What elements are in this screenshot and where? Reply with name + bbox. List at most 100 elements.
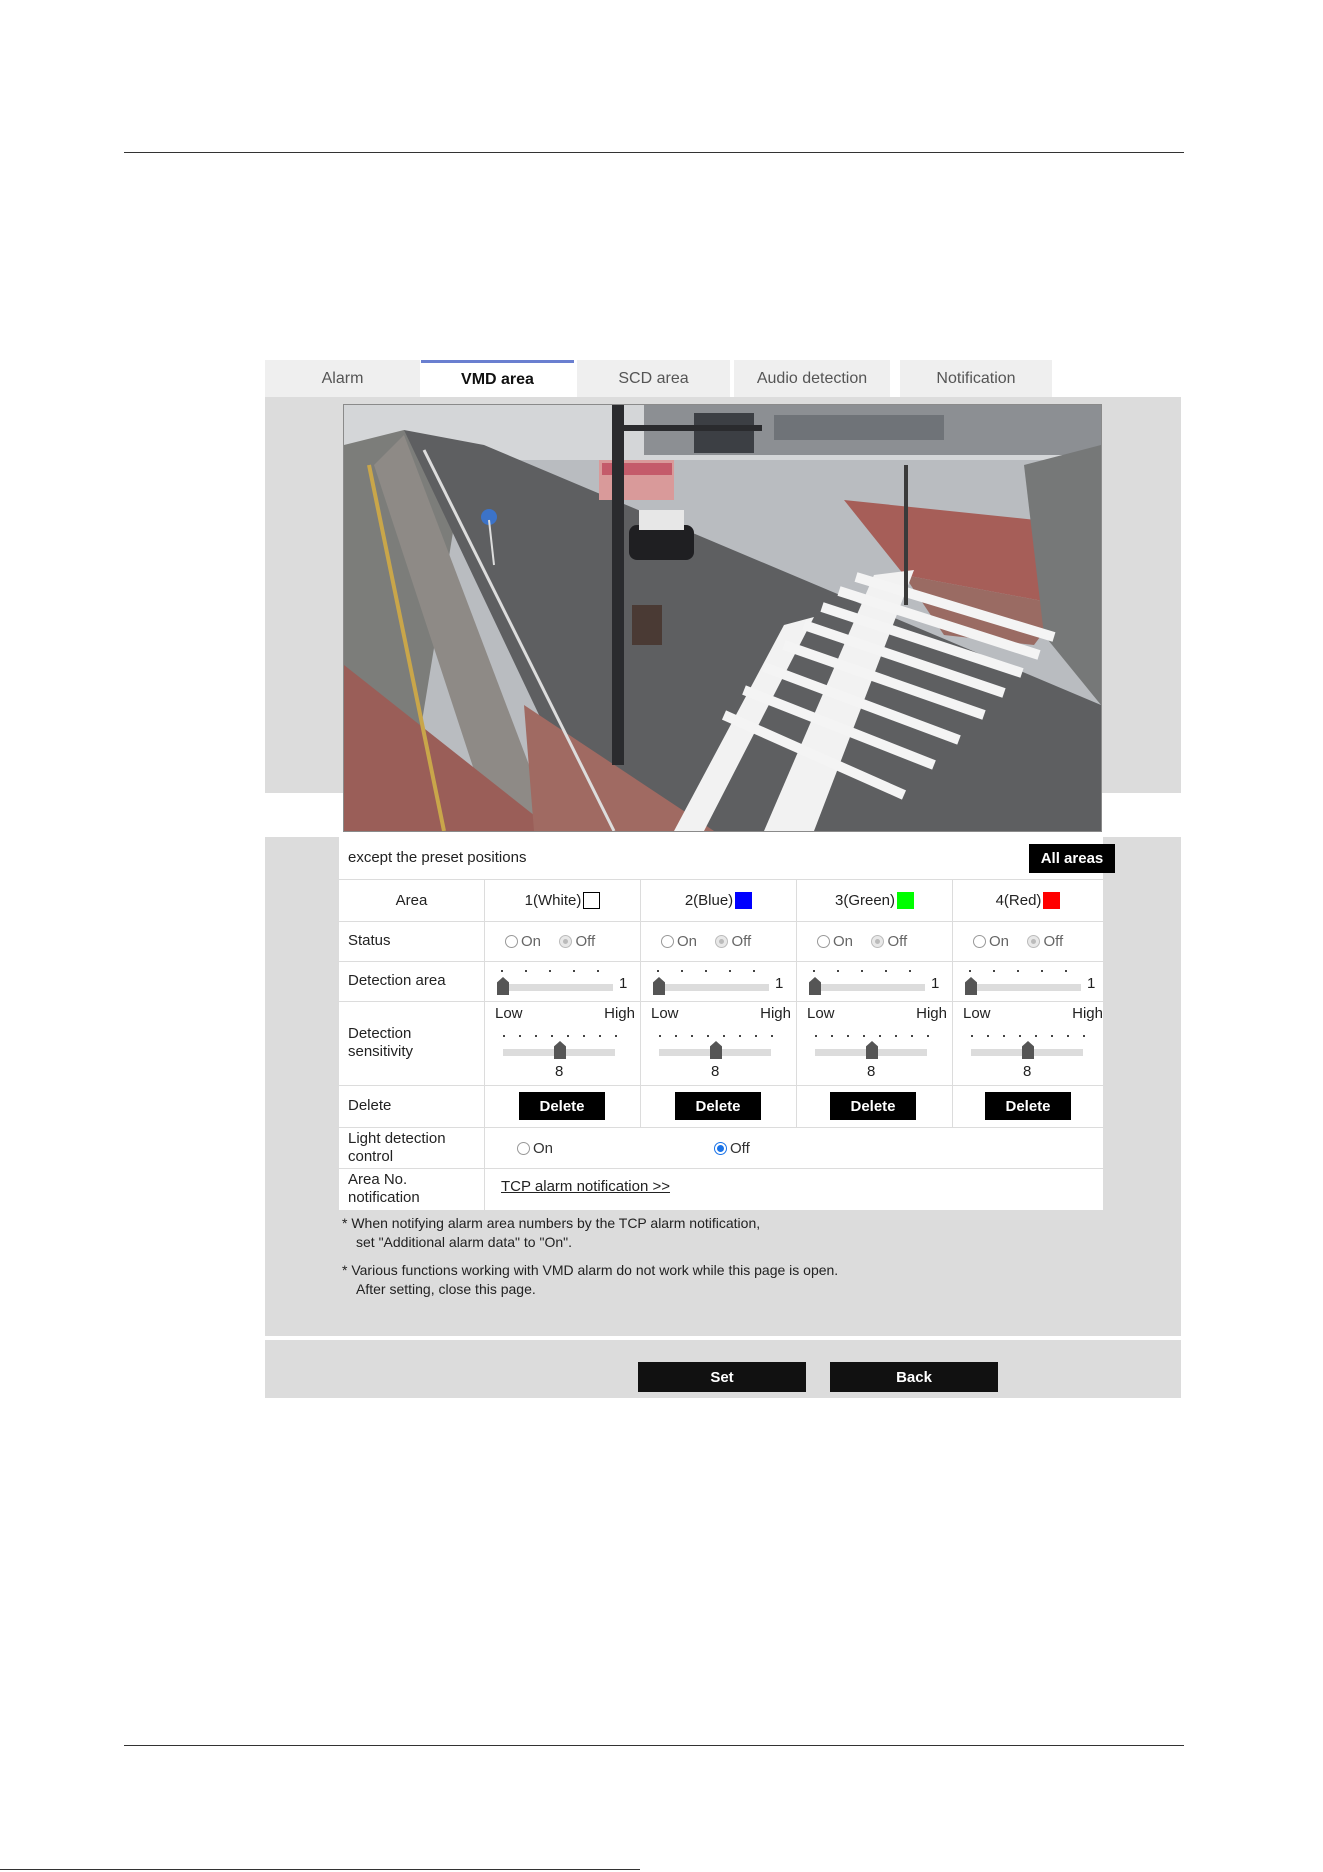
area-4-status-on-radio[interactable] xyxy=(973,935,986,949)
area-4-sensitivity-thumb[interactable] xyxy=(1022,1041,1034,1059)
note-2: * Various functions working with VMD ala… xyxy=(342,1261,838,1299)
area-3-color-swatch xyxy=(897,891,915,909)
area-1-delete-button[interactable]: Delete xyxy=(519,1092,605,1120)
area-3-sensitivity-value: 8 xyxy=(867,1063,876,1080)
area-3-status-on-radio[interactable] xyxy=(817,935,830,949)
section-separator xyxy=(265,832,1181,836)
footer-rule xyxy=(124,1745,1184,1746)
area-1-high-label: High xyxy=(604,1005,635,1022)
area-1-detection-area-slider[interactable]: 1 xyxy=(497,967,627,997)
area-3-label: 3(Green) xyxy=(834,891,896,909)
status-row: Status On Off On Off On Off On Off xyxy=(339,921,1103,962)
note-1-line-2: set "Additional alarm data" to "On". xyxy=(356,1234,572,1250)
area-4-header: 4(Red) xyxy=(953,879,1103,921)
area-no-notification-label: Area No. notification xyxy=(348,1171,420,1206)
area-2-status-off-radio[interactable] xyxy=(715,935,729,949)
area-2-low-label: Low xyxy=(651,1005,679,1022)
tab-vmd-area[interactable]: VMD area xyxy=(421,360,574,397)
footer-button-bar: Set Back xyxy=(265,1340,1181,1398)
col-sep-1 xyxy=(484,879,485,1127)
area-4-detection-area-slider[interactable]: 1 xyxy=(965,967,1095,997)
back-button[interactable]: Back xyxy=(830,1362,998,1392)
area-3-high-label: High xyxy=(916,1005,947,1022)
tab-notification[interactable]: Notification xyxy=(900,360,1052,397)
area-3-sensitivity-slider[interactable]: Low High 8 xyxy=(805,1005,953,1083)
area-3-sensitivity-thumb[interactable] xyxy=(866,1041,878,1059)
note-2-line-2: After setting, close this page. xyxy=(356,1281,536,1297)
area-4-detection-area-value: 1 xyxy=(1087,975,1096,992)
vmd-settings-panel: Alarm VMD area SCD area Audio detection … xyxy=(265,360,1181,1398)
tab-bar: Alarm VMD area SCD area Audio detection … xyxy=(265,360,1181,397)
area-1-detection-area-value: 1 xyxy=(619,975,628,992)
area-2-high-label: High xyxy=(760,1005,791,1022)
area-4-color-swatch xyxy=(1043,891,1061,909)
tab-audio-detection[interactable]: Audio detection xyxy=(734,360,890,397)
area-3-header: 3(Green) xyxy=(797,879,952,921)
area-2-detection-area-thumb[interactable] xyxy=(653,977,665,995)
col-sep-lower xyxy=(484,1127,485,1210)
header-rule xyxy=(124,152,1184,153)
tab-alarm[interactable]: Alarm xyxy=(265,360,420,397)
area-3-status: On Off xyxy=(817,933,921,951)
area-3-delete-button[interactable]: Delete xyxy=(830,1092,916,1120)
area-2-sensitivity-value: 8 xyxy=(711,1063,720,1080)
note-1: * When notifying alarm area numbers by t… xyxy=(342,1214,760,1252)
area-1-header: 1(White) xyxy=(485,879,640,921)
area-4-low-label: Low xyxy=(963,1005,991,1022)
col-sep-4 xyxy=(952,879,953,1127)
area-2-color-swatch xyxy=(735,891,753,909)
area-2-delete-button[interactable]: Delete xyxy=(675,1092,761,1120)
area-2-sensitivity-thumb[interactable] xyxy=(710,1041,722,1059)
detection-area-label: Detection area xyxy=(348,972,446,989)
area-2-label: 2(Blue) xyxy=(684,891,734,909)
light-off-option: Off xyxy=(714,1140,764,1158)
light-off-radio[interactable] xyxy=(714,1142,727,1156)
delete-row: Delete Delete Delete Delete Delete xyxy=(339,1085,1103,1128)
area-3-detection-area-thumb[interactable] xyxy=(809,977,821,995)
vmd-area-table: except the preset positions All areas Ar… xyxy=(339,837,1115,1210)
status-label: Status xyxy=(348,932,391,949)
area-4-status: On Off xyxy=(973,933,1077,951)
preset-text: except the preset positions xyxy=(348,849,527,866)
area-1-detection-area-thumb[interactable] xyxy=(497,977,509,995)
area-4-label: 4(Red) xyxy=(995,891,1042,909)
area-1-sensitivity-slider[interactable]: Low High 8 xyxy=(493,1005,641,1083)
light-detection-label: Light detection control xyxy=(348,1129,446,1165)
delete-label: Delete xyxy=(348,1097,392,1114)
area-4-high-label: High xyxy=(1072,1005,1103,1022)
area-3-detection-area-value: 1 xyxy=(931,975,940,992)
area-1-status-off-radio[interactable] xyxy=(559,935,573,949)
area-2-header: 2(Blue) xyxy=(641,879,796,921)
tab-scd-area[interactable]: SCD area xyxy=(577,360,730,397)
footnote-rule xyxy=(0,1869,640,1870)
area-2-sensitivity-slider[interactable]: Low High 8 xyxy=(649,1005,797,1083)
detection-area-row: Detection area 1 1 1 1 xyxy=(339,961,1103,1002)
camera-image[interactable] xyxy=(343,404,1102,832)
all-areas-button[interactable]: All areas xyxy=(1029,844,1115,873)
area-label: Area xyxy=(395,891,428,909)
area-no-notification-row: Area No. notification TCP alarm notifica… xyxy=(339,1168,1103,1210)
light-detection-row: Light detection control On Off xyxy=(339,1127,1103,1169)
light-on-option: On xyxy=(517,1140,567,1158)
area-1-status: On Off xyxy=(505,933,609,951)
col-sep-2 xyxy=(640,879,641,1127)
area-2-status: On Off xyxy=(661,933,765,951)
area-4-delete-button[interactable]: Delete xyxy=(985,1092,1071,1120)
area-3-detection-area-slider[interactable]: 1 xyxy=(809,967,939,997)
camera-view-area xyxy=(265,397,1181,832)
note-1-line-1: * When notifying alarm area numbers by t… xyxy=(342,1215,761,1231)
area-3-status-off-radio[interactable] xyxy=(871,935,885,949)
detection-sensitivity-row: Detection sensitivity Low High 8 Low High 8 Lo… xyxy=(339,1001,1103,1086)
light-on-radio[interactable] xyxy=(517,1142,530,1156)
area-1-sensitivity-thumb[interactable] xyxy=(554,1041,566,1059)
tcp-alarm-notification-link[interactable]: TCP alarm notification >> xyxy=(501,1178,670,1195)
area-3-low-label: Low xyxy=(807,1005,835,1022)
area-2-status-on-radio[interactable] xyxy=(661,935,674,949)
area-4-status-off-radio[interactable] xyxy=(1027,935,1041,949)
area-4-sensitivity-slider[interactable]: Low High 8 xyxy=(961,1005,1109,1083)
area-2-detection-area-slider[interactable]: 1 xyxy=(653,967,783,997)
set-button[interactable]: Set xyxy=(638,1362,806,1392)
area-1-status-on-radio[interactable] xyxy=(505,935,518,949)
area-1-sensitivity-value: 8 xyxy=(555,1063,564,1080)
area-4-detection-area-thumb[interactable] xyxy=(965,977,977,995)
